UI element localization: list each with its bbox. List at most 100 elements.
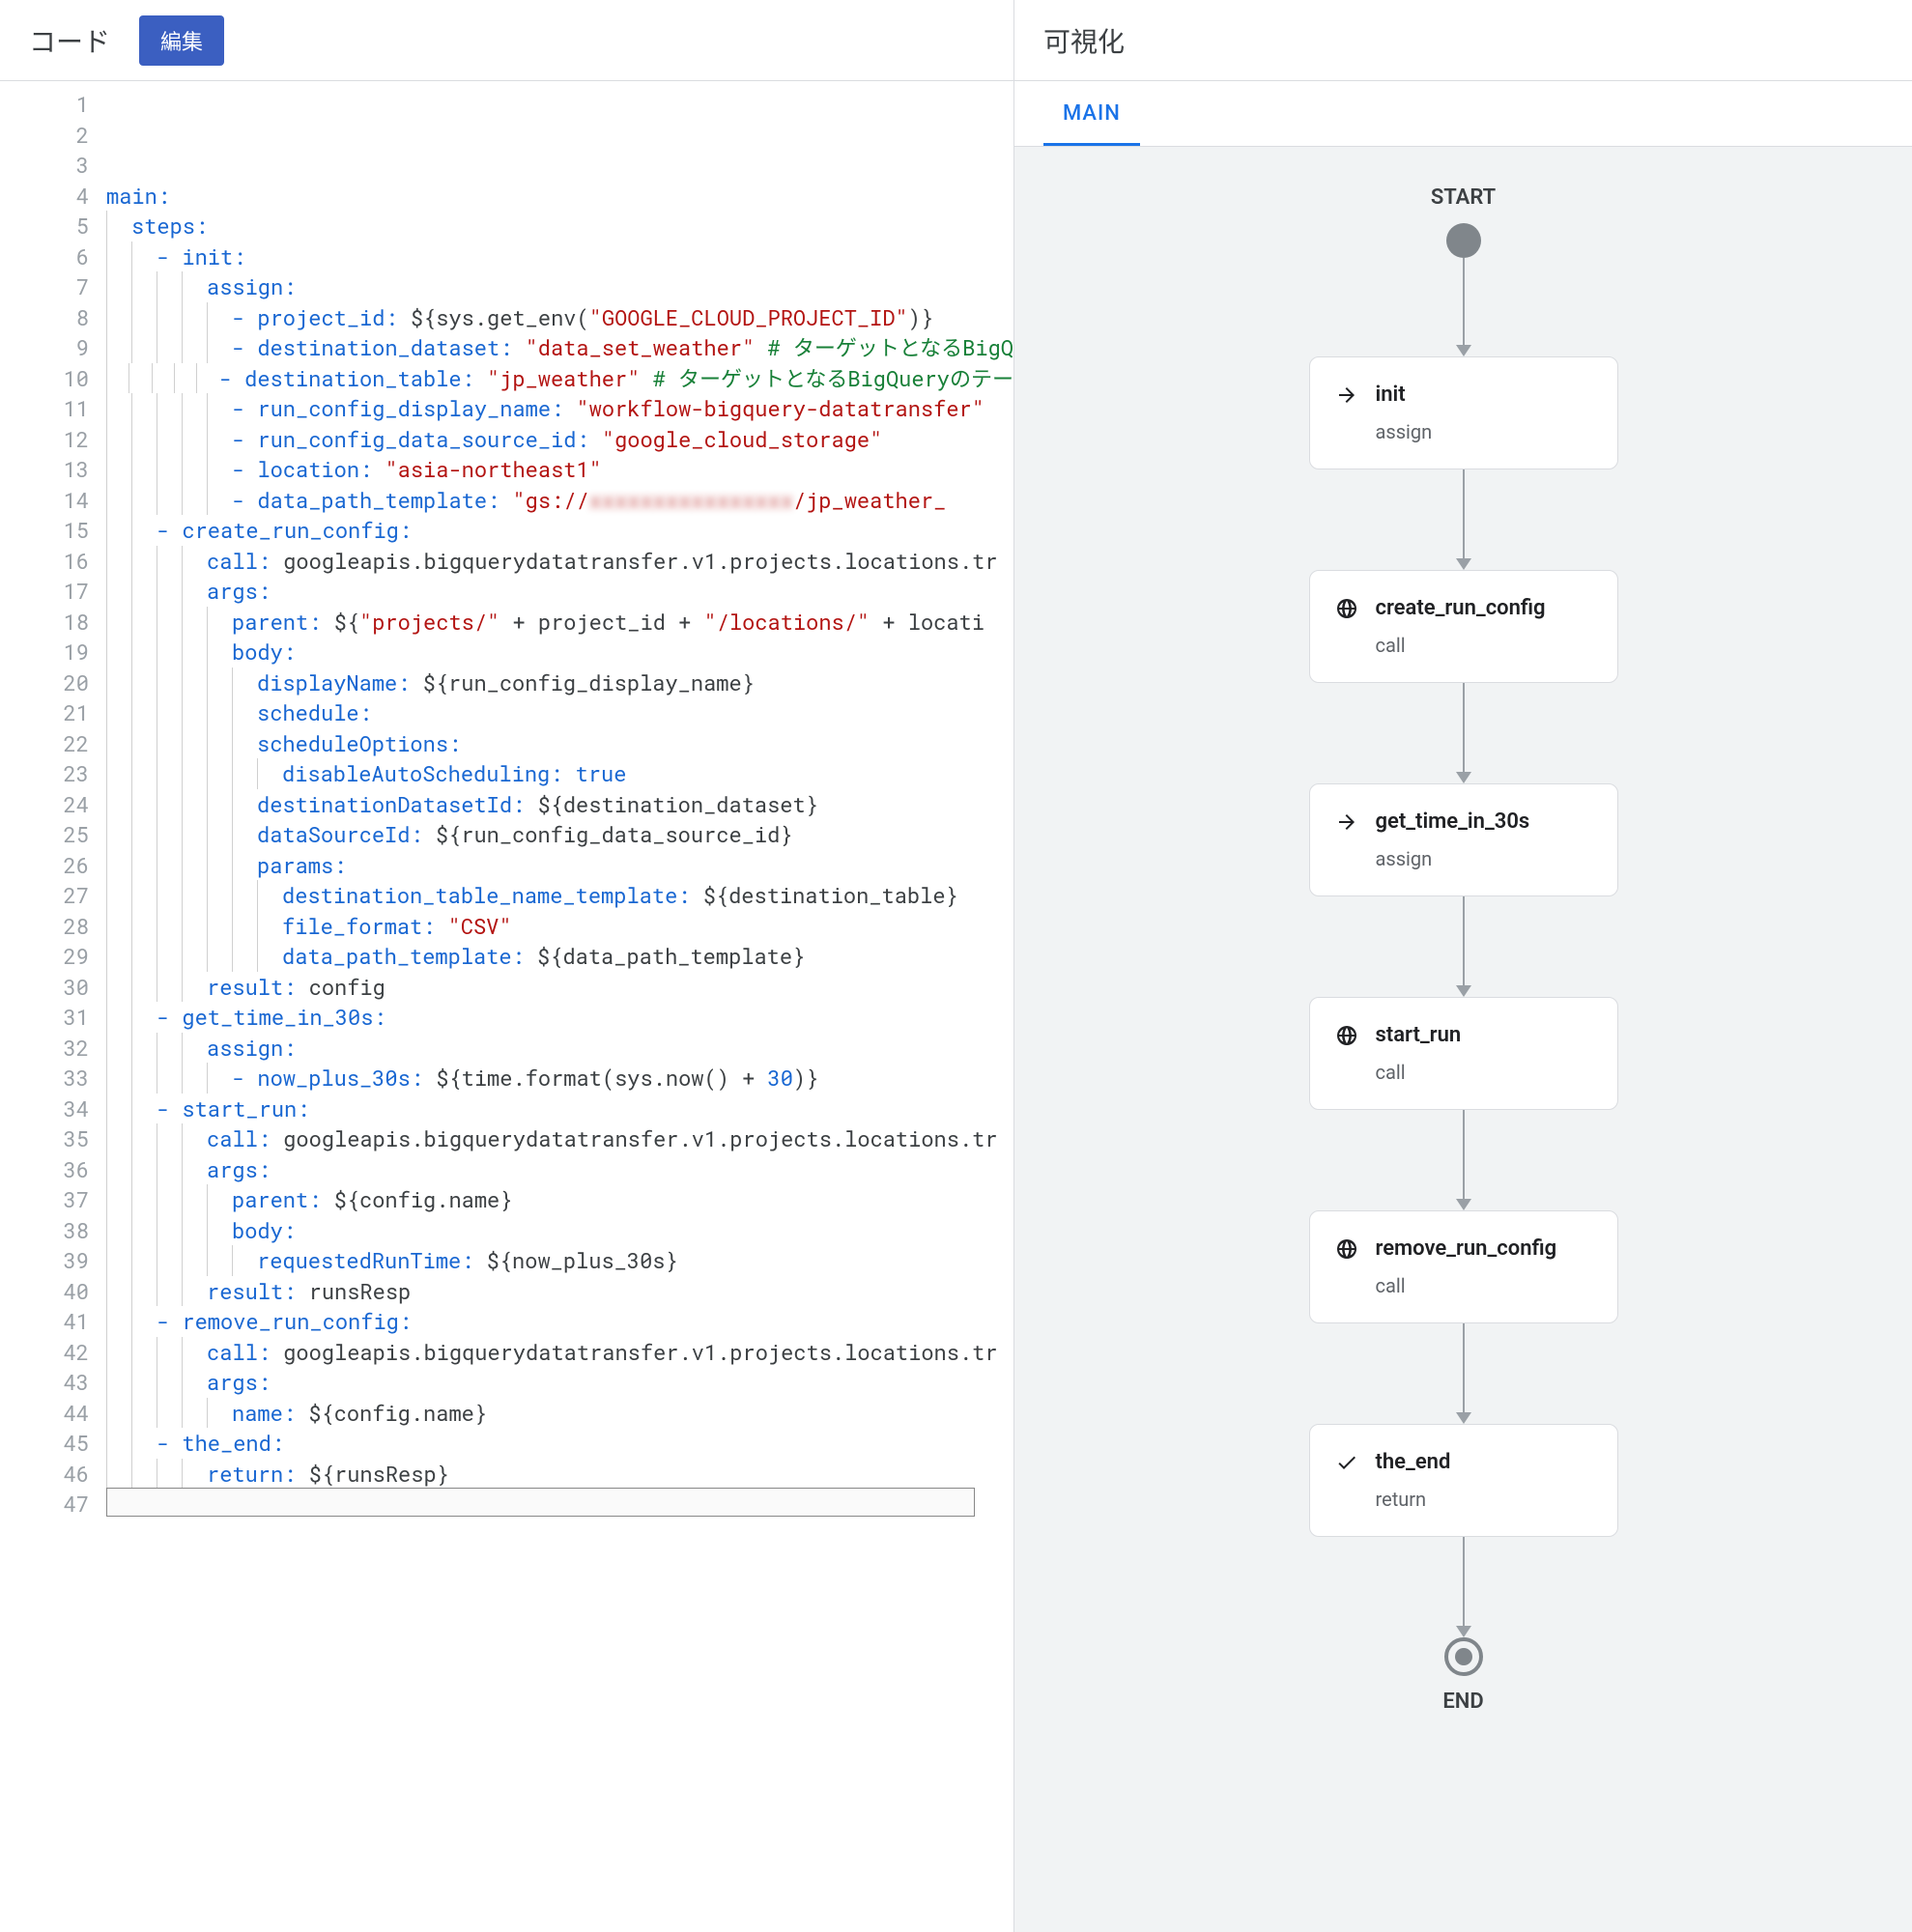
code-editor[interactable]: 1234567891011121314151617181920212223242… <box>0 81 1013 1932</box>
line-number: 37 <box>0 1184 89 1215</box>
workflow-node-create_run_config[interactable]: create_run_configcall <box>1309 570 1618 683</box>
node-title: remove_run_config <box>1376 1236 1557 1261</box>
code-line[interactable]: - data_path_template: "gs://xxxxxxxxxxxx… <box>106 485 1013 516</box>
code-line[interactable]: assign: <box>106 1033 1013 1064</box>
edit-button[interactable]: 編集 <box>139 15 224 66</box>
copy-icon[interactable] <box>946 95 975 124</box>
code-line[interactable]: destination_table_name_template: ${desti… <box>106 880 1013 911</box>
code-line[interactable]: displayName: ${run_config_display_name} <box>106 668 1013 698</box>
code-lines[interactable]: main:steps:- init:assign:- project_id: $… <box>106 81 1013 1932</box>
line-number: 16 <box>0 546 89 577</box>
flow-arrow <box>1463 1537 1465 1637</box>
code-line[interactable]: scheduleOptions: <box>106 728 1013 759</box>
code-line[interactable]: result: config <box>106 972 1013 1003</box>
tab-main[interactable]: MAIN <box>1043 84 1140 146</box>
workflow-node-get_time_in_30s[interactable]: get_time_in_30sassign <box>1309 783 1618 896</box>
line-number: 12 <box>0 424 89 455</box>
code-line[interactable]: main: <box>106 181 1013 212</box>
node-subtitle: call <box>1335 1274 1592 1297</box>
code-line[interactable]: - run_config_display_name: "workflow-big… <box>106 393 1013 424</box>
viz-title: 可視化 <box>1043 21 1125 60</box>
node-title: get_time_in_30s <box>1376 810 1530 834</box>
code-line[interactable]: args: <box>106 1367 1013 1398</box>
code-line[interactable]: result: runsResp <box>106 1276 1013 1307</box>
line-number: 20 <box>0 668 89 698</box>
line-number: 2 <box>0 120 89 151</box>
flow-arrow <box>1463 469 1465 570</box>
code-line[interactable]: - remove_run_config: <box>106 1306 1013 1337</box>
code-line[interactable]: args: <box>106 576 1013 607</box>
globe-icon <box>1335 597 1358 620</box>
line-number: 46 <box>0 1459 89 1490</box>
line-number: 47 <box>0 1489 89 1520</box>
code-panel-header: コード 編集 <box>0 0 1013 81</box>
flow-arrow <box>1463 258 1465 356</box>
workflow-node-remove_run_config[interactable]: remove_run_configcall <box>1309 1210 1618 1323</box>
code-line[interactable]: - now_plus_30s: ${time.format(sys.now() … <box>106 1063 1013 1094</box>
node-subtitle: return <box>1335 1488 1592 1511</box>
code-line[interactable]: data_path_template: ${data_path_template… <box>106 941 1013 972</box>
code-line[interactable]: steps: <box>106 211 1013 242</box>
code-line[interactable]: dataSourceId: ${run_config_data_source_i… <box>106 819 1013 850</box>
line-number: 43 <box>0 1367 89 1398</box>
code-line[interactable]: params: <box>106 850 1013 881</box>
line-number: 24 <box>0 789 89 820</box>
code-line[interactable]: - start_run: <box>106 1094 1013 1124</box>
code-line[interactable]: - create_run_config: <box>106 515 1013 546</box>
code-line[interactable]: - destination_dataset: "data_set_weather… <box>106 332 1013 363</box>
code-line[interactable]: - run_config_data_source_id: "google_clo… <box>106 424 1013 455</box>
line-number: 4 <box>0 181 89 212</box>
code-line[interactable]: call: googleapis.bigquerydatatransfer.v1… <box>106 1123 1013 1154</box>
line-number: 23 <box>0 758 89 789</box>
workflow-diagram[interactable]: STARTinitassigncreate_run_configcallget_… <box>1014 147 1912 1932</box>
line-number: 6 <box>0 242 89 272</box>
code-line[interactable]: name: ${config.name} <box>106 1398 1013 1429</box>
cursor-line <box>106 1488 975 1517</box>
line-number: 28 <box>0 911 89 942</box>
flow-arrow <box>1463 1110 1465 1210</box>
code-line[interactable]: - project_id: ${sys.get_env("GOOGLE_CLOU… <box>106 302 1013 333</box>
code-line[interactable]: call: googleapis.bigquerydatatransfer.v1… <box>106 546 1013 577</box>
line-number: 13 <box>0 454 89 485</box>
code-line[interactable] <box>106 1549 1013 1580</box>
line-number: 8 <box>0 302 89 333</box>
code-line[interactable]: - location: "asia-northeast1" <box>106 454 1013 485</box>
line-number: 40 <box>0 1276 89 1307</box>
code-line[interactable]: - get_time_in_30s: <box>106 1002 1013 1033</box>
code-line[interactable]: - destination_table: "jp_weather" # ターゲッ… <box>106 363 1013 394</box>
code-line[interactable]: parent: ${config.name} <box>106 1184 1013 1215</box>
code-line[interactable]: disableAutoScheduling: true <box>106 758 1013 789</box>
code-line[interactable]: parent: ${"projects/" + project_id + "/l… <box>106 607 1013 638</box>
code-panel: コード 編集 123456789101112131415161718192021… <box>0 0 1014 1932</box>
code-line[interactable]: - the_end: <box>106 1428 1013 1459</box>
arrow-icon <box>1335 384 1358 407</box>
line-number: 15 <box>0 515 89 546</box>
code-line[interactable]: body: <box>106 637 1013 668</box>
node-title: init <box>1376 383 1406 407</box>
node-subtitle: call <box>1335 1061 1592 1084</box>
workflow-node-start_run[interactable]: start_runcall <box>1309 997 1618 1110</box>
viz-tabs: MAIN <box>1014 81 1912 147</box>
code-line[interactable]: args: <box>106 1154 1013 1185</box>
code-line[interactable]: assign: <box>106 271 1013 302</box>
code-line[interactable]: requestedRunTime: ${now_plus_30s} <box>106 1245 1013 1276</box>
node-subtitle: assign <box>1335 420 1592 443</box>
code-line[interactable] <box>106 1520 1013 1550</box>
code-line[interactable] <box>106 1580 1013 1611</box>
code-line[interactable]: - init: <box>106 242 1013 272</box>
line-number: 25 <box>0 819 89 850</box>
workflow-node-the_end[interactable]: the_endreturn <box>1309 1424 1618 1537</box>
code-line[interactable]: schedule: <box>106 697 1013 728</box>
end-label: END <box>1442 1690 1483 1714</box>
code-line[interactable]: destinationDatasetId: ${destination_data… <box>106 789 1013 820</box>
viz-header: 可視化 <box>1014 0 1912 81</box>
line-number: 44 <box>0 1398 89 1429</box>
line-number: 7 <box>0 271 89 302</box>
code-line[interactable]: call: googleapis.bigquerydatatransfer.v1… <box>106 1337 1013 1368</box>
flow-arrow <box>1463 683 1465 783</box>
code-line[interactable]: body: <box>106 1215 1013 1246</box>
code-line[interactable]: return: ${runsResp} <box>106 1459 1013 1490</box>
code-line[interactable]: file_format: "CSV" <box>106 911 1013 942</box>
arrow-icon <box>1335 810 1358 834</box>
workflow-node-init[interactable]: init assign <box>1309 356 1618 469</box>
